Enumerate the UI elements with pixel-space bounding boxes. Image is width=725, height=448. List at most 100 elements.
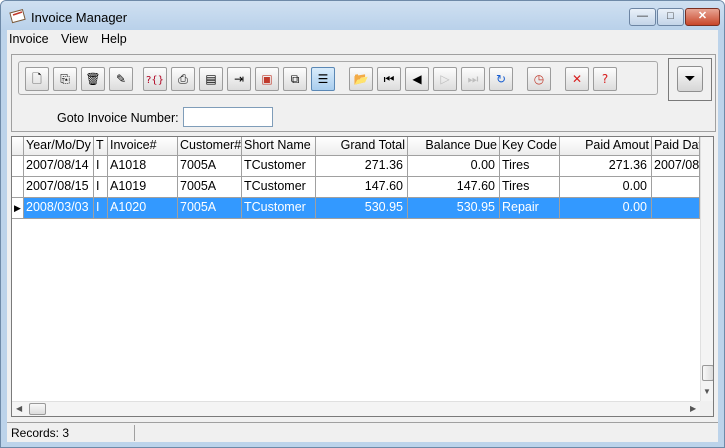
- table-cell[interactable]: Repair: [500, 198, 560, 219]
- table-cell[interactable]: I: [94, 177, 108, 198]
- new-button[interactable]: 🗋: [25, 67, 49, 91]
- refresh-button[interactable]: ↻: [489, 67, 513, 91]
- table-cell[interactable]: TCustomer: [242, 198, 316, 219]
- table-cell[interactable]: 0.00: [560, 198, 652, 219]
- table-cell[interactable]: 2007/08/15: [24, 177, 94, 198]
- query-button[interactable]: ?{}: [143, 67, 167, 91]
- table-cell[interactable]: 147.60: [316, 177, 408, 198]
- menu-view[interactable]: View: [61, 32, 88, 46]
- table-row[interactable]: 2007/08/15 I A1019 7005A TCustomer 147.60 147.…: [12, 177, 700, 198]
- table-cell[interactable]: A1020: [108, 198, 178, 219]
- table-row[interactable]: 2007/08/14 I A1018 7005A TCustomer 271.36 0.00…: [12, 156, 700, 177]
- open-folder-button[interactable]: 📂: [349, 67, 373, 91]
- table-cell[interactable]: TCustomer: [242, 177, 316, 198]
- table-cell[interactable]: 2008/03/03: [24, 198, 94, 219]
- open-folder-icon: 📂: [353, 72, 369, 86]
- table-cell[interactable]: 271.36: [560, 156, 652, 177]
- column-header[interactable]: Paid Amout: [560, 137, 652, 156]
- pdf-button[interactable]: ▣: [255, 67, 279, 91]
- last-record-button[interactable]: ⏭: [461, 67, 485, 91]
- help-button[interactable]: ?: [593, 67, 617, 91]
- table-cell[interactable]: 7005A: [178, 177, 242, 198]
- row-indicator[interactable]: [12, 156, 24, 177]
- table-cell[interactable]: 530.95: [408, 198, 500, 219]
- edit-icon: ✎: [115, 72, 127, 86]
- copy-button[interactable]: ⎘: [53, 67, 77, 91]
- toolbar-panel: 🗋 ⎘ 🗑 ✎ ?{} ⎙ ▤ ⇥ ▣ ⧉ ☰ 📂 ⏮ ◀ ▷ ⏭ ↻ ◷ ✕? ⏷ Goto Invoice Nu…: [11, 54, 716, 132]
- delete-button[interactable]: 🗑: [81, 67, 105, 91]
- vertical-scroll-thumb[interactable]: [702, 365, 713, 381]
- table-cell[interactable]: TCustomer: [242, 156, 316, 177]
- list-view-button[interactable]: ☰: [311, 67, 335, 91]
- table-cell[interactable]: 0.00: [560, 177, 652, 198]
- window-title: Invoice Manager: [31, 10, 128, 25]
- column-header[interactable]: Customer#: [178, 137, 242, 156]
- table-cell[interactable]: 147.60: [408, 177, 500, 198]
- scroll-down-icon[interactable]: ▼: [703, 387, 711, 396]
- scroll-right-icon[interactable]: ▶: [690, 404, 696, 413]
- column-header[interactable]: Short Name: [242, 137, 316, 156]
- query-icon: ?{}: [145, 75, 165, 86]
- menu-invoice[interactable]: Invoice: [9, 32, 49, 46]
- record-count: Records: 3: [11, 426, 70, 440]
- current-row-indicator-icon[interactable]: ▶: [12, 198, 24, 219]
- table-cell[interactable]: Tires: [500, 156, 560, 177]
- new-icon: 🗋: [32, 72, 42, 86]
- table-cell[interactable]: A1019: [108, 177, 178, 198]
- title-bar[interactable]: Invoice Manager — □ ✕: [1, 1, 724, 30]
- previous-record-icon: ◀: [412, 72, 422, 86]
- print-labels-button[interactable]: ▤: [199, 67, 223, 91]
- app-icon: [9, 9, 26, 24]
- column-header[interactable]: Key Code: [500, 137, 560, 156]
- close-button[interactable]: ✕: [685, 8, 720, 26]
- column-header[interactable]: Balance Due: [408, 137, 500, 156]
- toolbar: 🗋 ⎘ 🗑 ✎ ?{} ⎙ ▤ ⇥ ▣ ⧉ ☰ 📂 ⏮ ◀ ▷ ⏭ ↻ ◷ ✕?: [18, 61, 658, 95]
- menu-bar: Invoice View Help: [7, 30, 718, 49]
- table-cell[interactable]: I: [94, 156, 108, 177]
- table-cell[interactable]: 7005A: [178, 156, 242, 177]
- column-header[interactable]: Invoice#: [108, 137, 178, 156]
- table-cell[interactable]: 2007/08/14: [24, 156, 94, 177]
- table-cell[interactable]: A1018: [108, 156, 178, 177]
- table-cell[interactable]: [652, 198, 700, 219]
- menu-help[interactable]: Help: [101, 32, 127, 46]
- table-cell[interactable]: 2007/08: [652, 156, 700, 177]
- first-record-icon: ⏮: [383, 72, 395, 86]
- column-header[interactable]: Grand Total: [316, 137, 408, 156]
- table-cell[interactable]: 7005A: [178, 198, 242, 219]
- column-header[interactable]: Year/Mo/Dy: [24, 137, 94, 156]
- goto-label: Goto Invoice Number:: [57, 111, 179, 125]
- help-icon: ?: [601, 72, 609, 86]
- preview-button[interactable]: ⧉: [283, 67, 307, 91]
- column-header[interactable]: T: [94, 137, 108, 156]
- export-button[interactable]: ⇥: [227, 67, 251, 91]
- vertical-scrollbar[interactable]: ▼: [700, 137, 713, 401]
- filter-button[interactable]: ⏷: [677, 66, 703, 92]
- edit-button[interactable]: ✎: [109, 67, 133, 91]
- maximize-button[interactable]: □: [657, 8, 684, 26]
- column-header[interactable]: Paid Dat: [652, 137, 700, 156]
- table-cell[interactable]: [652, 177, 700, 198]
- row-indicator[interactable]: [12, 177, 24, 198]
- horizontal-scroll-thumb[interactable]: [29, 403, 46, 415]
- cancel-button[interactable]: ✕: [565, 67, 589, 91]
- previous-record-button[interactable]: ◀: [405, 67, 429, 91]
- next-record-icon: ▷: [440, 72, 450, 86]
- first-record-button[interactable]: ⏮: [377, 67, 401, 91]
- clock-button[interactable]: ◷: [527, 67, 551, 91]
- table-row[interactable]: ▶ 2008/03/03 I A1020 7005A TCustomer 530.95 530…: [12, 198, 700, 219]
- table-cell[interactable]: I: [94, 198, 108, 219]
- status-divider: [134, 425, 135, 441]
- print-button[interactable]: ⎙: [171, 67, 195, 91]
- goto-invoice-input[interactable]: [183, 107, 273, 127]
- scroll-left-icon[interactable]: ◀: [16, 404, 22, 413]
- table-cell[interactable]: 271.36: [316, 156, 408, 177]
- horizontal-scrollbar[interactable]: ◀ ▶: [12, 401, 700, 416]
- clock-icon: ◷: [533, 72, 545, 86]
- table-cell[interactable]: 530.95: [316, 198, 408, 219]
- table-cell[interactable]: Tires: [500, 177, 560, 198]
- table-cell[interactable]: 0.00: [408, 156, 500, 177]
- grid-header: Year/Mo/Dy T Invoice# Customer# Short Name Gr…: [12, 137, 713, 156]
- next-record-button[interactable]: ▷: [433, 67, 457, 91]
- minimize-button[interactable]: —: [629, 8, 656, 26]
